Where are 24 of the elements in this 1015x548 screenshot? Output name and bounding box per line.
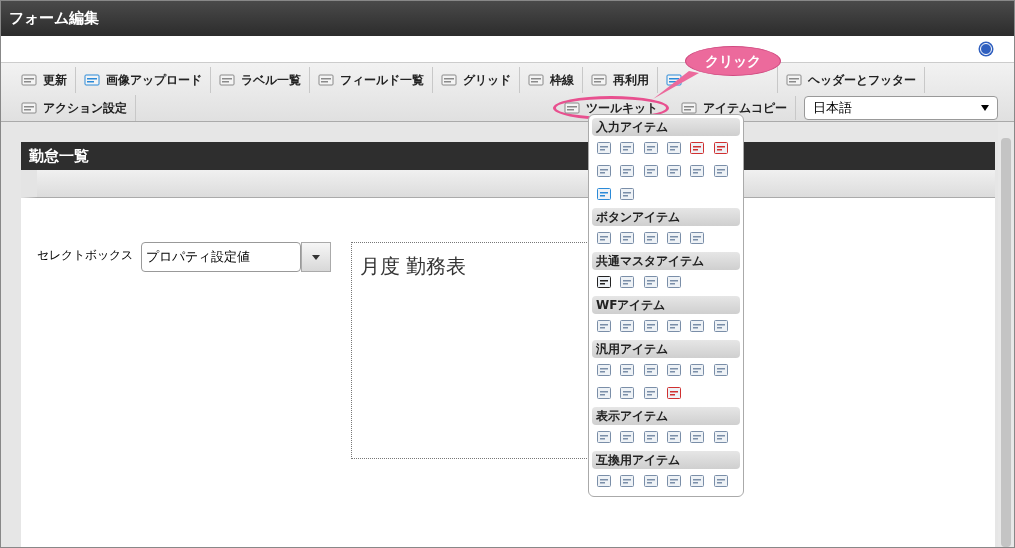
toolbar-button[interactable]: ラベル一覧 bbox=[211, 67, 310, 93]
menu-section-title: WFアイテム bbox=[592, 296, 740, 314]
menu-section-title: 表示アイテム bbox=[592, 407, 740, 425]
menu-section-title: 共通マスタアイテム bbox=[592, 252, 740, 270]
panel-title: 勤怠一覧 bbox=[29, 145, 89, 167]
window-title: フォーム編集 bbox=[9, 8, 99, 30]
toolbar-button[interactable]: グリッド bbox=[433, 67, 520, 93]
field-label: セレクトボックス bbox=[37, 247, 133, 264]
toolbar-button[interactable]: 枠線 bbox=[520, 67, 583, 93]
menu-section-title: 汎用アイテム bbox=[592, 340, 740, 358]
help-icon[interactable] bbox=[978, 41, 994, 57]
form-heading: 月度 勤務表 bbox=[360, 254, 467, 278]
language-select[interactable]: 日本語 bbox=[804, 95, 998, 120]
toolbar-button[interactable]: 更新 bbox=[13, 67, 76, 93]
toolbar-button[interactable]: 画像アップロード bbox=[76, 67, 211, 93]
menu-section-title: 入力アイテム bbox=[592, 118, 740, 136]
menu-section-title: 互換用アイテム bbox=[592, 451, 740, 469]
dropdown-arrow-icon bbox=[981, 104, 989, 111]
dropdown-arrow-icon bbox=[312, 254, 320, 260]
toolbar-button[interactable]: 再利用 bbox=[583, 67, 658, 93]
toolbar-button[interactable]: フィールド一覧 bbox=[310, 67, 433, 93]
toolbar-button[interactable]: ヘッダーとフッター bbox=[778, 67, 925, 93]
menu-section-title: ボタンアイテム bbox=[592, 208, 740, 226]
toolbar-button[interactable]: アクション設定 bbox=[13, 94, 136, 121]
